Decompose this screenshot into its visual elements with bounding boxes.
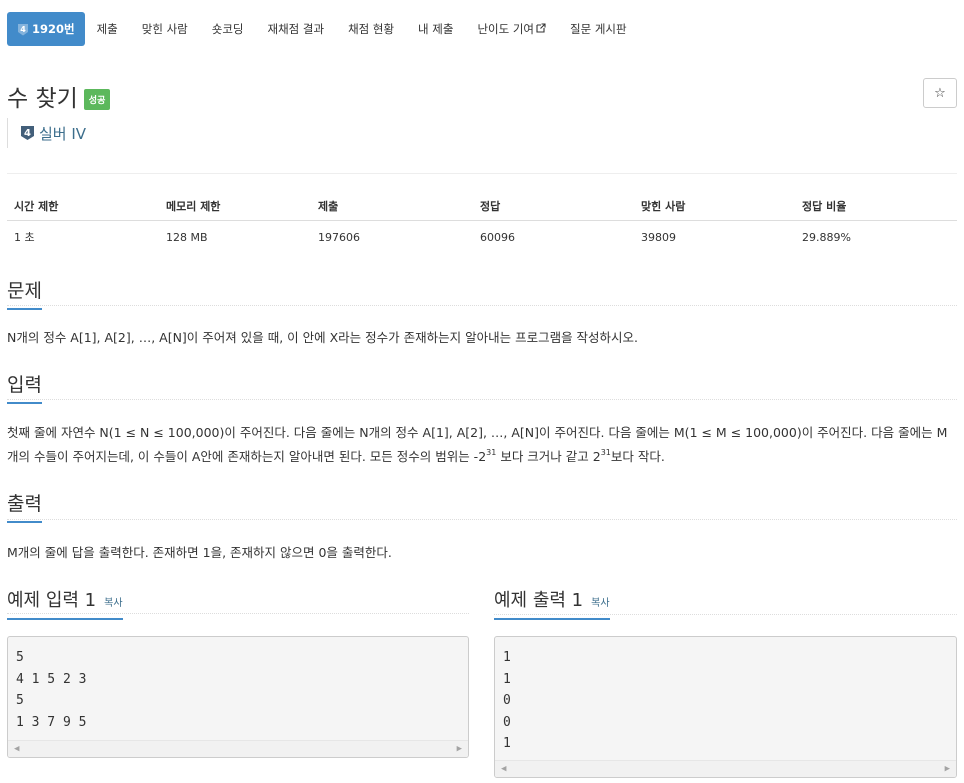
tab-label: 난이도 기여	[477, 22, 535, 36]
table-header-row: 시간 제한 메모리 제한 제출 정답 맞힌 사람 정답 비율	[7, 192, 957, 221]
scroll-right-icon[interactable]: ▶	[457, 744, 462, 754]
tier-label: 실버 IV	[39, 124, 87, 143]
table-row: 1 초 128 MB 197606 60096 39809 29.889%	[7, 221, 957, 254]
svg-text:4: 4	[24, 128, 31, 139]
horizontal-scrollbar[interactable]: ◀ ▶	[495, 760, 956, 777]
header-accepted: 정답	[473, 192, 634, 221]
problem-description: N개의 정수 A[1], A[2], …, A[N]이 주어져 있을 때, 이 …	[7, 330, 639, 345]
section-title: 예제 입력 1 복사	[7, 586, 123, 620]
sample-output-box[interactable]: 1 1 0 0 1 ◀ ▶	[494, 636, 957, 778]
sample-output-title: 예제 출력 1	[494, 590, 584, 611]
tab-rejudge-results[interactable]: 재채점 결과	[256, 12, 337, 46]
scroll-left-icon[interactable]: ◀	[501, 764, 506, 774]
divider	[7, 173, 957, 174]
sample-output-code: 1 1 0 0 1	[503, 650, 511, 751]
external-link-icon	[536, 22, 546, 36]
sample-input-header: 예제 입력 1 복사	[7, 586, 123, 620]
output-description: M개의 줄에 답을 출력한다. 존재하면 1을, 존재하지 않으면 0을 출력한…	[7, 545, 392, 560]
text-span: 보다 작다.	[610, 449, 665, 464]
title-row: 수 찾기 성공	[7, 79, 111, 113]
header-time-limit: 시간 제한	[7, 192, 159, 221]
solved-users-value: 39809	[641, 230, 676, 244]
problem-nav: 4 1920번 제출 맞힌 사람 숏코딩 재채점 결과 채점 현황 내 제출 난…	[7, 12, 639, 46]
text-span: 개의 수들이 주어지는데, 이 수들이 A안에 존재하는지 알아내면 된다. 모…	[7, 449, 487, 464]
tab-short-coding[interactable]: 숏코딩	[200, 12, 256, 46]
copy-sample-output-button[interactable]: 복사	[591, 594, 609, 609]
section-title: 출력	[7, 489, 42, 523]
header-memory-limit: 메모리 제한	[159, 192, 311, 221]
accept-ratio-value: 29.889%	[802, 230, 851, 244]
tab-difficulty-contribution[interactable]: 난이도 기여	[465, 12, 558, 46]
tab-label: 1920번	[32, 22, 75, 36]
exponent: 31	[600, 448, 611, 457]
time-limit-value: 1 초	[14, 231, 35, 244]
header-solved-users: 맞힌 사람	[634, 192, 795, 221]
divider	[7, 305, 957, 306]
text-span: 보다 크거나 같고 2	[496, 449, 601, 464]
exponent: 31	[486, 448, 497, 457]
memory-limit-value: 128 MB	[166, 230, 208, 244]
tab-judge-status[interactable]: 채점 현황	[336, 12, 406, 46]
tab-my-submissions[interactable]: 내 제출	[406, 12, 465, 46]
tab-label: 질문 게시판	[570, 22, 627, 36]
scroll-right-icon[interactable]: ▶	[945, 764, 950, 774]
status-badge: 성공	[83, 88, 111, 110]
tab-label: 내 제출	[418, 22, 454, 36]
tab-label: 제출	[96, 22, 118, 36]
problem-tier: 4 실버 IV	[7, 118, 86, 148]
page-title: 수 찾기	[7, 86, 78, 112]
sample-input-title: 예제 입력 1	[7, 590, 97, 611]
scroll-left-icon[interactable]: ◀	[14, 744, 19, 754]
divider	[7, 613, 469, 614]
divider	[7, 519, 957, 520]
divider	[494, 614, 957, 615]
tab-label: 맞힌 사람	[141, 22, 188, 36]
accepted-value: 60096	[480, 230, 515, 244]
star-icon: ☆	[934, 85, 946, 101]
output-section-header: 출력	[7, 489, 42, 523]
divider	[7, 399, 957, 400]
silver-tier-icon: 4	[20, 125, 35, 141]
silver-tier-icon: 4	[17, 23, 29, 36]
input-description: 첫째 줄에 자연수 N(1 ≤ N ≤ 100,000)이 주어진다. 다음 줄…	[7, 421, 957, 469]
tab-label: 채점 현황	[348, 22, 395, 36]
input-line-2: 개의 수들이 주어지는데, 이 수들이 A안에 존재하는지 알아내면 된다. 모…	[7, 445, 957, 469]
tab-label: 숏코딩	[211, 22, 244, 36]
sample-input-code: 5 4 1 5 2 3 5 1 3 7 9 5	[16, 650, 87, 730]
tab-label: 재채점 결과	[267, 22, 325, 36]
sample-input-box[interactable]: 5 4 1 5 2 3 5 1 3 7 9 5 ◀ ▶	[7, 636, 469, 758]
tab-problem-number[interactable]: 4 1920번	[7, 12, 85, 46]
tab-solved-users[interactable]: 맞힌 사람	[130, 12, 200, 46]
header-submissions: 제출	[311, 192, 473, 221]
submissions-value: 197606	[318, 230, 360, 244]
horizontal-scrollbar[interactable]: ◀ ▶	[8, 740, 468, 757]
tab-submit[interactable]: 제출	[85, 12, 130, 46]
favorite-star-button[interactable]: ☆	[923, 78, 957, 108]
copy-sample-input-button[interactable]: 복사	[104, 594, 122, 609]
input-line-1: 첫째 줄에 자연수 N(1 ≤ N ≤ 100,000)이 주어진다. 다음 줄…	[7, 425, 948, 440]
header-accept-ratio: 정답 비율	[795, 192, 957, 221]
svg-text:4: 4	[20, 25, 26, 34]
problem-info-table: 시간 제한 메모리 제한 제출 정답 맞힌 사람 정답 비율 1 초 128 M…	[7, 192, 957, 253]
tab-qna-board[interactable]: 질문 게시판	[558, 12, 639, 46]
